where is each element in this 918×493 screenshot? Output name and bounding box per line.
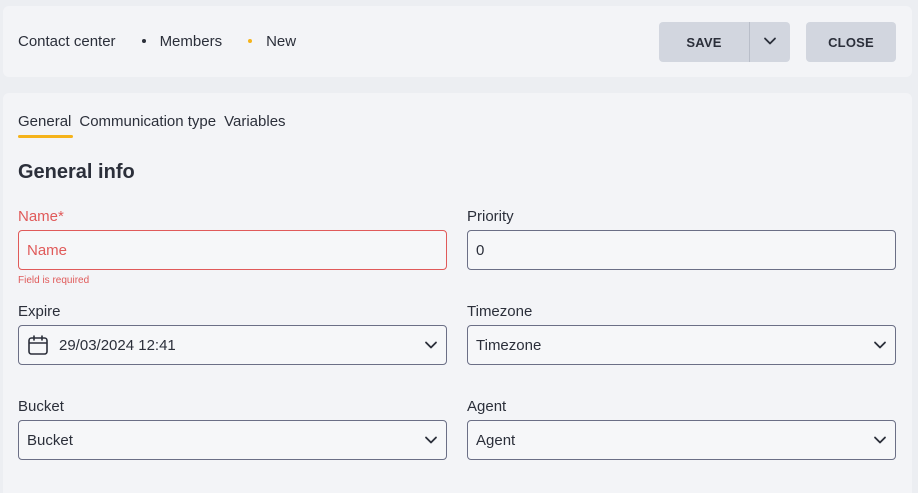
name-input[interactable] [27, 241, 438, 259]
breadcrumb-item-contact-center[interactable]: Contact center [18, 33, 116, 50]
chevron-down-icon [763, 34, 777, 51]
timezone-value: Timezone [476, 336, 542, 354]
expire-label: Expire [18, 303, 61, 320]
agent-select[interactable]: Agent [467, 420, 896, 460]
agent-value: Agent [476, 431, 516, 449]
bucket-value: Bucket [27, 431, 73, 449]
agent-label: Agent [467, 398, 507, 415]
timezone-label: Timezone [467, 303, 533, 320]
name-label: Name* [18, 208, 64, 225]
expire-value: 29/03/2024 12:41 [59, 336, 176, 354]
tab-communication-type[interactable]: Communication type [79, 113, 216, 136]
chevron-down-icon[interactable] [424, 433, 438, 447]
timezone-select[interactable]: Timezone [467, 325, 896, 365]
breadcrumb-item-new: New [266, 33, 297, 50]
tab-variables[interactable]: Variables [224, 113, 285, 136]
breadcrumb-current-dot [248, 38, 253, 43]
bucket-select[interactable]: Bucket [18, 420, 447, 460]
priority-input[interactable] [476, 241, 887, 259]
bucket-label: Bucket [18, 398, 64, 415]
name-field-wrapper [18, 230, 447, 270]
calendar-icon[interactable] [27, 334, 49, 356]
chevron-down-icon[interactable] [873, 338, 887, 352]
page-header: Contact center Members New SAVE CLOSE [3, 6, 912, 77]
tab-bar: General Communication type Variables [18, 113, 294, 138]
priority-label: Priority [467, 208, 514, 225]
tab-general[interactable]: General [18, 113, 74, 138]
close-button[interactable]: CLOSE [806, 22, 896, 62]
priority-field-wrapper [467, 230, 896, 270]
save-button[interactable]: SAVE [659, 22, 749, 62]
form-panel: General Communication type Variables Gen… [3, 93, 912, 493]
chevron-down-icon[interactable] [873, 433, 887, 447]
expire-datetime-picker[interactable]: 29/03/2024 12:41 [18, 325, 447, 365]
breadcrumb: Contact center Members New [18, 6, 296, 77]
breadcrumb-item-members[interactable]: Members [160, 33, 223, 50]
chevron-down-icon[interactable] [424, 338, 438, 352]
section-title: General info [18, 161, 135, 183]
breadcrumb-separator-dot [141, 38, 146, 43]
name-error-text: Field is required [18, 275, 90, 286]
save-options-button[interactable] [749, 22, 790, 62]
